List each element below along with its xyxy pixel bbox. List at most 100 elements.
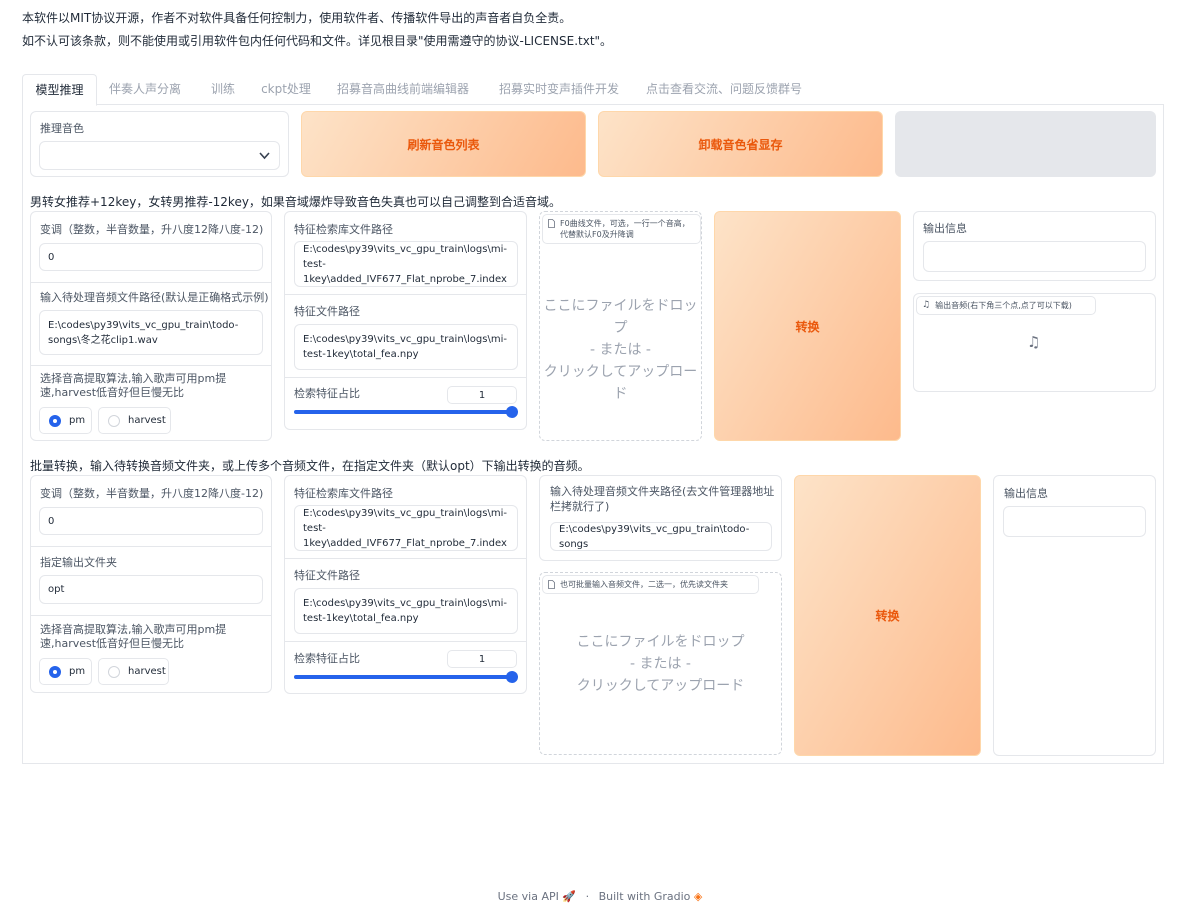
single-output-info-field[interactable] [923,241,1146,272]
rocket-icon: 🚀 [562,890,577,903]
output-audio-label: ♫ 输出音频(右下角三个点,点了可以下载) [916,296,1096,315]
dropzone-text: ここにファイルをドロップ - または - クリックしてアップロード [540,295,701,405]
batch-ratio-number[interactable]: 1 [447,650,517,668]
drop-line: クリックしてアップロード [576,678,745,694]
chevron-down-icon [259,152,270,160]
file-icon [548,580,555,589]
batch-dir-field[interactable]: E:\codes\py39\vits_vc_gpu_train\todo-son… [550,522,772,551]
tab-model-inference[interactable]: 模型推理 [22,74,97,106]
drop-line: - または - [589,342,651,358]
divider [285,294,526,295]
built-with-gradio-link[interactable]: Built with Gradio ◈ [599,890,703,903]
batch-out-dir-label: 指定输出文件夹 [40,556,117,569]
batch-index-block: 特征检索库文件路径 E:\codes\py39\vits_vc_gpu_trai… [284,475,527,694]
divider [285,377,526,378]
single-input-path-label: 输入待处理音频文件路径(默认是正确格式示例) [40,291,269,304]
single-transpose-input[interactable]: 0 [39,243,263,271]
divider [31,282,271,283]
drop-line: クリックしてアップロード [543,364,698,402]
tab-realtime-plugin[interactable]: 招募实时变声插件开发 [494,74,624,105]
batch-transpose-label: 变调（整数，半音数量，升八度12降八度-12) [40,487,264,500]
tab-contact[interactable]: 点击查看交流、问题反馈群号 [644,74,804,105]
batch-npy-label: 特征文件路径 [294,569,360,582]
single-f0-label: 选择音高提取算法,输入歌声可用pm提速,harvest低音好但巨慢无比 [40,372,227,399]
f0-file-dropzone[interactable]: F0曲线文件，可选，一行一个音高，代替默认F0及升降调 ここにファイルをドロップ… [539,211,702,441]
divider [31,615,271,616]
radio-label: pm [69,415,86,426]
batch-hint: 批量转换，输入待转换音频文件夹，或上传多个音频文件，在指定文件夹（默认opt）下… [30,459,590,473]
footer: Use via API 🚀 · Built with Gradio ◈ [0,890,1200,903]
use-via-api-text: Use via API [497,890,559,903]
batch-dir-block: 输入待处理音频文件夹路径(去文件管理器地址栏拷就行了) E:\codes\py3… [539,475,782,561]
single-index-block: 特征检索库文件路径 E:\codes\py39\vits_vc_gpu_trai… [284,211,527,430]
radio-label: harvest [128,415,166,426]
license-notice-line1: 本软件以MIT协议开源，作者不对软件具备任何控制力，使用软件者、传播软件导出的声… [22,11,572,25]
single-ratio-number[interactable]: 1 [447,386,517,404]
divider [285,641,526,642]
batch-index-label: 特征检索库文件路径 [294,487,393,500]
tab-ckpt[interactable]: ckpt处理 [258,74,314,105]
use-via-api-link[interactable]: Use via API 🚀 [498,890,576,903]
single-f0-harvest-radio[interactable]: harvest [98,407,171,434]
dropzone-text: ここにファイルをドロップ - または - クリックしてアップロード [540,631,781,697]
batch-output-info-label: 输出信息 [1004,487,1048,500]
divider [31,546,271,547]
tab-train[interactable]: 训练 [205,74,241,105]
batch-out-dir-field[interactable]: opt [39,575,263,604]
batch-npy-field[interactable]: E:\codes\py39\vits_vc_gpu_train\logs\mi-… [294,588,518,634]
single-index-label: 特征检索库文件路径 [294,223,393,236]
f0-file-label-text: F0曲线文件，可选，一行一个音高，代替默认F0及升降调 [560,219,690,239]
batch-f0-pm-radio[interactable]: pm [39,658,92,685]
single-transpose-label: 变调（整数，半音数量，升八度12降八度-12) [40,223,264,236]
single-ratio-slider[interactable] [294,410,514,414]
single-hint: 男转女推荐+12key，女转男推荐-12key，如果音域爆炸导致音色失真也可以自… [30,195,561,209]
unload-voice-button[interactable]: 卸载音色省显存 [598,111,883,177]
drop-line: ここにファイルをドロップ [543,298,698,336]
single-params-block: 变调（整数，半音数量，升八度12降八度-12) 0 输入待处理音频文件路径(默认… [30,211,272,441]
tab-pitch-editor[interactable]: 招募音高曲线前端编辑器 [333,74,473,105]
gradio-logo-icon: ◈ [693,890,703,903]
single-f0-pm-radio[interactable]: pm [39,407,92,434]
single-npy-label: 特征文件路径 [294,305,360,318]
tab-vocal-separation[interactable]: 伴奏人声分离 [105,74,185,105]
music-note-icon: ♫ [922,300,931,310]
voice-dropdown[interactable] [39,141,280,170]
batch-transpose-input[interactable]: 0 [39,507,263,535]
batch-files-label: 也可批量输入音频文件，二选一，优先读文件夹 [542,575,759,594]
music-note-icon: ♫ [1027,333,1041,351]
batch-output-info-block: 输出信息 [993,475,1156,756]
batch-dir-label: 输入待处理音频文件夹路径(去文件管理器地址栏拷就行了) [550,485,775,513]
drop-line: - または - [629,656,691,672]
batch-index-field[interactable]: E:\codes\py39\vits_vc_gpu_train\logs\mi-… [294,505,518,551]
batch-output-info-field[interactable] [1003,506,1146,537]
license-notice-line2: 如不认可该条款，则不能使用或引用软件包内任何代码和文件。详见根目录"使用需遵守的… [22,34,613,48]
batch-ratio-label: 检索特征占比 [294,652,360,665]
single-input-path-field[interactable]: E:\codes\py39\vits_vc_gpu_train\todo-son… [39,310,263,355]
file-icon [548,219,555,228]
refresh-voices-button[interactable]: 刷新音色列表 [301,111,586,177]
batch-convert-button[interactable]: 转换 [794,475,981,756]
empty-gray-block [895,111,1156,177]
batch-f0-label: 选择音高提取算法,输入歌声可用pm提速,harvest低音好但巨慢无比 [40,623,227,650]
drop-line: ここにファイルをドロップ [576,634,745,650]
batch-ratio-slider-thumb[interactable] [506,671,518,683]
single-npy-field[interactable]: E:\codes\py39\vits_vc_gpu_train\logs\mi-… [294,324,518,370]
single-ratio-label: 检索特征占比 [294,387,360,400]
f0-file-label: F0曲线文件，可选，一行一个音高，代替默认F0及升降调 [542,214,701,244]
batch-files-label-text: 也可批量输入音频文件，二选一，优先读文件夹 [560,580,728,589]
batch-f0-harvest-radio[interactable]: harvest [98,658,169,685]
batch-files-dropzone[interactable]: 也可批量输入音频文件，二选一，优先读文件夹 ここにファイルをドロップ - または… [539,572,782,755]
single-ratio-slider-thumb[interactable] [506,406,518,418]
single-output-audio-block: ♫ 输出音频(右下角三个点,点了可以下载) ♫ [913,293,1156,392]
single-convert-button[interactable]: 转换 [714,211,901,441]
single-output-info-block: 输出信息 [913,211,1156,281]
batch-ratio-slider[interactable] [294,675,514,679]
radio-label: pm [69,666,86,677]
radio-unchecked-icon [108,414,120,427]
single-index-field[interactable]: E:\codes\py39\vits_vc_gpu_train\logs\mi-… [294,241,518,287]
radio-label: harvest [128,666,166,677]
built-with-gradio-text: Built with Gradio [598,890,691,903]
voice-select-label: 推理音色 [40,122,84,135]
divider [31,365,271,366]
radio-checked-icon [49,414,61,427]
